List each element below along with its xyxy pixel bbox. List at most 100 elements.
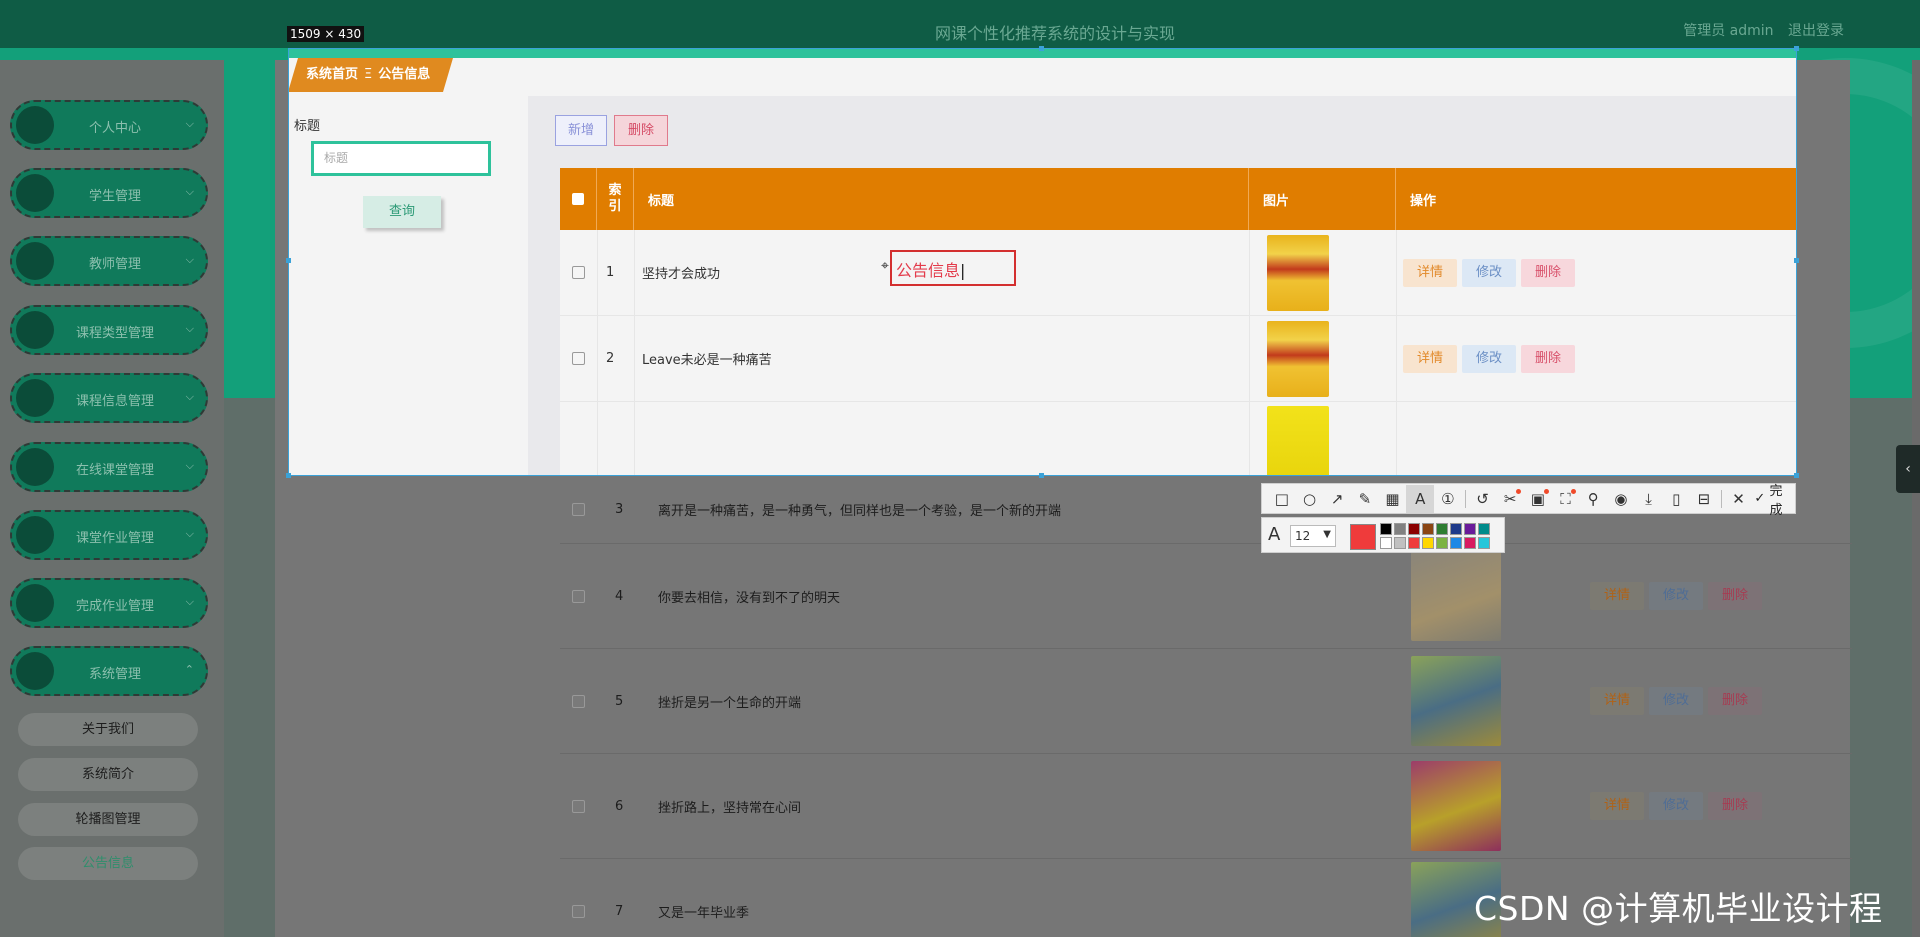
- row-checkbox[interactable]: [572, 266, 585, 279]
- detail-button[interactable]: 详情: [1590, 582, 1644, 610]
- row-index: 7: [615, 904, 624, 919]
- color-swatch[interactable]: [1436, 537, 1448, 549]
- current-color-swatch[interactable]: [1350, 524, 1376, 550]
- batch-delete-button[interactable]: 删除: [614, 115, 668, 146]
- sidebar-item-teachers[interactable]: 教师管理 ⌵: [10, 236, 208, 286]
- color-swatch[interactable]: [1408, 537, 1420, 549]
- row-title: 挫折路上，坚持常在心间: [658, 800, 802, 816]
- color-swatch[interactable]: [1478, 537, 1490, 549]
- pin-icon[interactable]: ⚲: [1579, 485, 1607, 513]
- capture-region[interactable]: 系统首页 Ξ 公告信息 标题 标题 查询 新增 删除 索引 标题 图片 操作 1 坚…: [288, 48, 1796, 475]
- row-checkbox[interactable]: [572, 589, 585, 603]
- record-icon[interactable]: ◉: [1607, 485, 1635, 513]
- edit-button[interactable]: 修改: [1462, 258, 1516, 287]
- resize-handle[interactable]: [1794, 46, 1799, 51]
- row-title: 又是一年毕业季: [658, 906, 750, 921]
- close-icon[interactable]: ✕: [1725, 485, 1753, 513]
- arrow-icon[interactable]: ↗: [1323, 485, 1351, 513]
- text-icon[interactable]: A: [1406, 484, 1435, 513]
- scrollbar[interactable]: [1912, 60, 1920, 937]
- detail-button[interactable]: 详情: [1403, 344, 1457, 373]
- delete-row-button[interactable]: 删除: [1708, 582, 1762, 610]
- logout-link[interactable]: 退出登录: [1788, 23, 1844, 39]
- ocr-icon[interactable]: ▣: [1524, 485, 1552, 513]
- pencil-icon[interactable]: ✎: [1351, 485, 1379, 513]
- edit-button[interactable]: 修改: [1649, 792, 1703, 820]
- row-checkbox[interactable]: [572, 694, 585, 708]
- cut-icon[interactable]: ✂: [1496, 485, 1524, 513]
- sidebar-item-students[interactable]: 学生管理 ⌵: [10, 168, 208, 218]
- text-annotation[interactable]: 公告信息|: [890, 250, 1016, 286]
- sidebar-subitem-carousel[interactable]: 轮播图管理: [18, 803, 198, 836]
- breadcrumb-home[interactable]: 系统首页: [306, 67, 358, 82]
- item-dot-icon: [16, 174, 54, 212]
- resize-handle[interactable]: [1794, 258, 1799, 263]
- download-icon[interactable]: ⤓: [1635, 485, 1663, 513]
- resize-handle[interactable]: [1039, 46, 1044, 51]
- col-header-actions: 操作: [1410, 193, 1437, 209]
- title-search-input[interactable]: 标题: [311, 141, 491, 176]
- row-checkbox[interactable]: [572, 799, 585, 813]
- sidebar-item-system[interactable]: 系统管理 ⌃: [10, 646, 208, 696]
- color-swatch[interactable]: [1422, 523, 1434, 535]
- sidebar-item-personal[interactable]: 个人中心 ⌵: [10, 100, 208, 150]
- color-swatch[interactable]: [1380, 537, 1392, 549]
- color-swatch[interactable]: [1464, 537, 1476, 549]
- row-index: 2: [606, 351, 615, 366]
- ellipse-icon[interactable]: ○: [1296, 485, 1324, 513]
- resize-handle[interactable]: [1794, 473, 1799, 478]
- color-swatch[interactable]: [1408, 523, 1420, 535]
- number-icon[interactable]: ①: [1434, 485, 1462, 513]
- delete-row-button[interactable]: 删除: [1708, 687, 1762, 715]
- query-button[interactable]: 查询: [363, 196, 441, 228]
- add-button[interactable]: 新增: [555, 115, 607, 146]
- color-swatch[interactable]: [1422, 537, 1434, 549]
- chevron-down-icon: ⌵: [185, 322, 194, 335]
- color-swatch[interactable]: [1394, 523, 1406, 535]
- chevron-down-icon: ⌵: [185, 459, 194, 472]
- detail-button[interactable]: 详情: [1590, 687, 1644, 715]
- table-row: 6 挫折路上，坚持常在心间 详情 修改 删除: [560, 754, 1852, 859]
- color-swatch[interactable]: [1464, 523, 1476, 535]
- row-checkbox[interactable]: [572, 503, 585, 516]
- sidebar-subitem-intro[interactable]: 系统简介: [18, 758, 198, 791]
- color-swatch[interactable]: [1394, 537, 1406, 549]
- edit-button[interactable]: 修改: [1462, 344, 1516, 373]
- resize-handle[interactable]: [286, 258, 291, 263]
- rect-icon[interactable]: □: [1268, 485, 1296, 513]
- chevron-down-icon: ⌵: [185, 595, 194, 608]
- detail-button[interactable]: 详情: [1590, 792, 1644, 820]
- chevron-left-icon[interactable]: ‹: [1896, 445, 1920, 493]
- row-checkbox[interactable]: [572, 905, 585, 918]
- delete-row-button[interactable]: 删除: [1708, 792, 1762, 820]
- sidebar-item-homework[interactable]: 课堂作业管理 ⌵: [10, 510, 208, 560]
- sidebar-item-completed-homework[interactable]: 完成作业管理 ⌵: [10, 578, 208, 628]
- color-swatch[interactable]: [1436, 523, 1448, 535]
- detail-button[interactable]: 详情: [1403, 258, 1457, 287]
- color-swatch[interactable]: [1478, 523, 1490, 535]
- mosaic-icon[interactable]: ▦: [1379, 485, 1407, 513]
- edit-button[interactable]: 修改: [1649, 582, 1703, 610]
- color-swatch[interactable]: [1450, 537, 1462, 549]
- edit-button[interactable]: 修改: [1649, 687, 1703, 715]
- select-all-checkbox[interactable]: [572, 193, 584, 205]
- font-size-select[interactable]: 12 ▼: [1290, 525, 1336, 547]
- row-checkbox[interactable]: [572, 352, 585, 365]
- resize-handle[interactable]: [286, 473, 291, 478]
- delete-row-button[interactable]: 删除: [1521, 258, 1575, 287]
- resize-handle[interactable]: [1039, 473, 1044, 478]
- scan-icon[interactable]: ⛶: [1552, 485, 1580, 513]
- undo-icon[interactable]: ↺: [1469, 485, 1497, 513]
- row-title: 坚持才会成功: [642, 267, 721, 282]
- color-swatch[interactable]: [1450, 523, 1462, 535]
- mobile-icon[interactable]: ▯: [1662, 485, 1690, 513]
- sidebar-item-course-info[interactable]: 课程信息管理 ⌵: [10, 373, 208, 423]
- sidebar-subitem-notice[interactable]: 公告信息: [18, 847, 198, 880]
- delete-row-button[interactable]: 删除: [1521, 344, 1575, 373]
- color-swatch[interactable]: [1380, 523, 1392, 535]
- done-button[interactable]: ✓ 完成: [1754, 480, 1795, 518]
- sidebar-item-course-types[interactable]: 课程类型管理 ⌵: [10, 305, 208, 355]
- sidebar-item-online-class[interactable]: 在线课堂管理 ⌵: [10, 442, 208, 492]
- save-icon[interactable]: ⊟: [1690, 485, 1718, 513]
- sidebar-subitem-about[interactable]: 关于我们: [18, 713, 198, 746]
